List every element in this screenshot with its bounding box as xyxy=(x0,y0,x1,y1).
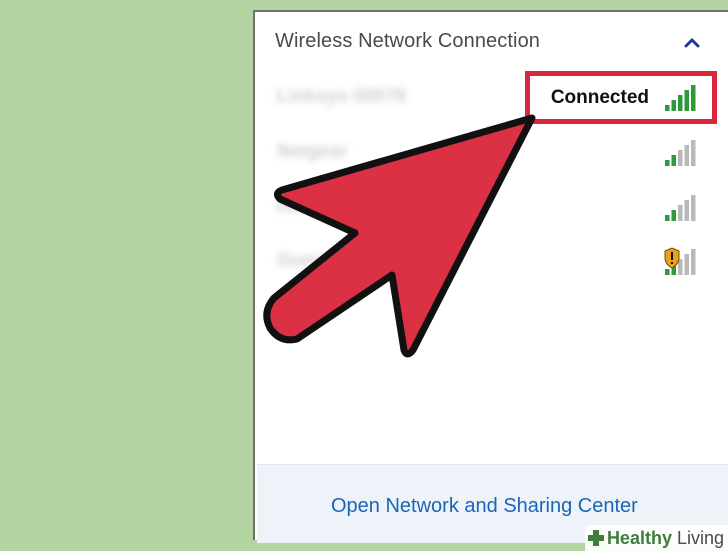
network-name: Guest Network xyxy=(277,250,412,271)
network-item[interactable]: Guest Network xyxy=(257,238,727,288)
connected-status: Connected xyxy=(550,87,649,108)
warning-shield-icon xyxy=(664,247,680,269)
signal-strength-icon xyxy=(663,83,699,113)
signal-bar xyxy=(684,145,689,166)
signal-strength-icon xyxy=(663,247,699,277)
network-name: Netgear xyxy=(277,141,348,162)
watermark-text: Healthy Living xyxy=(606,527,724,548)
signal-bar xyxy=(678,95,683,111)
network-item[interactable]: HomeNet xyxy=(257,184,727,234)
signal-bar xyxy=(684,254,689,275)
signal-bar xyxy=(678,205,683,221)
signal-bar xyxy=(691,140,696,166)
network-item[interactable]: Netgear xyxy=(257,129,727,179)
signal-bar xyxy=(665,269,670,275)
chevron-up-icon[interactable] xyxy=(682,34,702,52)
plus-logo-icon xyxy=(587,530,604,546)
signal-bar xyxy=(671,100,676,111)
wireless-network-panel: Wireless Network Connection Linksys 0007… xyxy=(253,10,728,543)
open-network-sharing-center-link[interactable]: Open Network and Sharing Center xyxy=(331,495,638,518)
signal-bar xyxy=(671,155,676,166)
network-item-connected[interactable]: Linksys 00078 Connected xyxy=(257,74,727,124)
signal-bar xyxy=(678,150,683,166)
watermark: Healthy Living xyxy=(584,525,728,551)
signal-bar xyxy=(691,249,696,275)
signal-bar xyxy=(691,195,696,221)
signal-bar xyxy=(684,200,689,221)
signal-bar xyxy=(665,215,670,221)
signal-bar xyxy=(671,210,676,221)
signal-bar xyxy=(691,85,696,111)
network-name: HomeNet xyxy=(277,196,361,217)
network-name: Linksys 00078 xyxy=(277,86,406,107)
signal-bar xyxy=(665,160,670,166)
signal-bar xyxy=(665,105,670,111)
signal-strength-icon xyxy=(663,193,699,223)
signal-bar xyxy=(684,90,689,111)
signal-strength-icon xyxy=(663,138,699,168)
screenshot-stage: Wireless Network Connection Linksys 0007… xyxy=(0,0,728,551)
panel-title: Wireless Network Connection xyxy=(275,30,541,52)
